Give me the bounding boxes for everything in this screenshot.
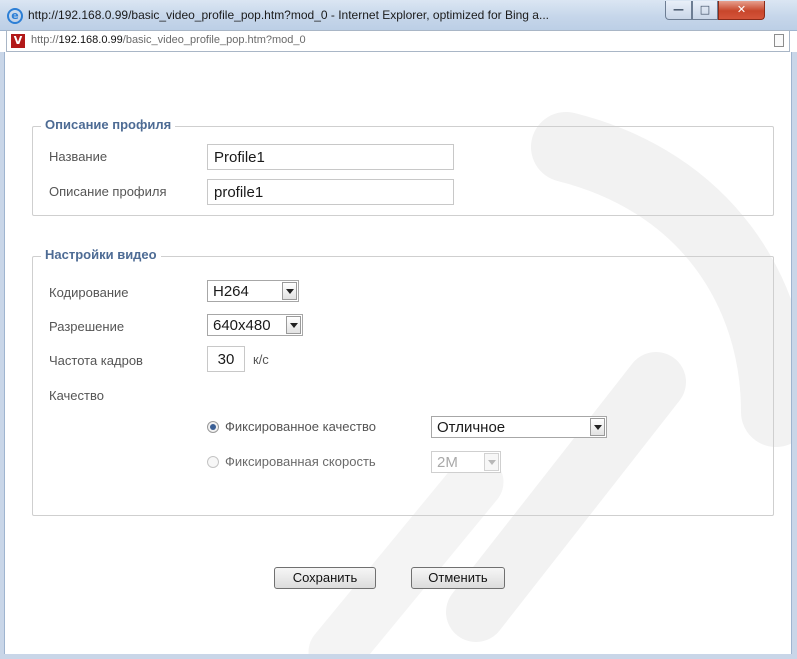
- resolution-label: Разрешение: [49, 319, 125, 334]
- close-button[interactable]: ✕: [718, 1, 765, 20]
- encoding-select[interactable]: H264: [207, 280, 299, 302]
- save-button[interactable]: Сохранить: [274, 567, 376, 589]
- fixed-quality-label[interactable]: Фиксированное качество: [225, 419, 376, 434]
- address-bar[interactable]: V http://192.168.0.99/basic_video_profil…: [6, 30, 790, 52]
- window-frame-bottom: [0, 654, 797, 659]
- maximize-button[interactable]: □: [692, 1, 718, 20]
- window-frame-left: [0, 52, 5, 659]
- profile-section-legend: Описание профиля: [41, 117, 176, 132]
- fixed-bitrate-value: 2M: [437, 454, 458, 471]
- profile-name-input[interactable]: Profile1: [207, 144, 454, 170]
- page-document-icon: [774, 34, 784, 47]
- resolution-select[interactable]: 640x480: [207, 314, 303, 336]
- profile-description-label: Описание профиля: [49, 184, 167, 199]
- profile-description-group: Описание профиля Название Profile1 Описа…: [32, 117, 774, 216]
- chevron-down-icon: [484, 453, 499, 471]
- framerate-label: Частота кадров: [49, 353, 143, 368]
- fixed-quality-value: Отличное: [437, 419, 506, 436]
- close-icon: ✕: [736, 3, 747, 16]
- fixed-bitrate-select[interactable]: 2M: [431, 451, 501, 473]
- url-prefix: http://: [31, 34, 59, 46]
- fixed-quality-select[interactable]: Отличное: [431, 416, 607, 438]
- encoding-value: H264: [213, 283, 249, 300]
- framerate-input[interactable]: 30: [207, 346, 245, 372]
- chevron-down-icon: [286, 316, 301, 334]
- minimize-icon: —: [673, 3, 684, 16]
- chevron-down-icon: [590, 418, 605, 436]
- window-title-bar: e http://192.168.0.99/basic_video_profil…: [0, 0, 797, 31]
- chevron-down-icon: [282, 282, 297, 300]
- address-url: http://192.168.0.99/basic_video_profile_…: [31, 34, 306, 46]
- quality-label: Качество: [49, 388, 104, 403]
- video-section-legend: Настройки видео: [41, 247, 161, 262]
- window-title: http://192.168.0.99/basic_video_profile_…: [28, 8, 549, 22]
- encoding-label: Кодирование: [49, 285, 129, 300]
- profile-description-input[interactable]: profile1: [207, 179, 454, 205]
- fixed-bitrate-radio[interactable]: [207, 456, 219, 468]
- fixed-bitrate-label[interactable]: Фиксированная скорость: [225, 454, 376, 469]
- profile-name-label: Название: [49, 149, 108, 164]
- url-path: /basic_video_profile_pop.htm?mod_0: [122, 34, 306, 46]
- fixed-quality-radio[interactable]: [207, 421, 219, 433]
- page-content: Описание профиля Название Profile1 Описа…: [6, 52, 791, 654]
- internet-explorer-icon: e: [7, 8, 23, 24]
- window-frame-right: [791, 52, 797, 659]
- cancel-button[interactable]: Отменить: [411, 567, 505, 589]
- video-settings-group: Настройки видео Кодирование H264 Разреше…: [32, 247, 774, 516]
- minimize-button[interactable]: —: [665, 1, 692, 20]
- url-host: 192.168.0.99: [58, 34, 123, 46]
- resolution-value: 640x480: [213, 317, 271, 334]
- framerate-unit: к/с: [253, 352, 269, 367]
- site-favicon-icon: V: [11, 34, 25, 48]
- maximize-icon: □: [699, 3, 711, 16]
